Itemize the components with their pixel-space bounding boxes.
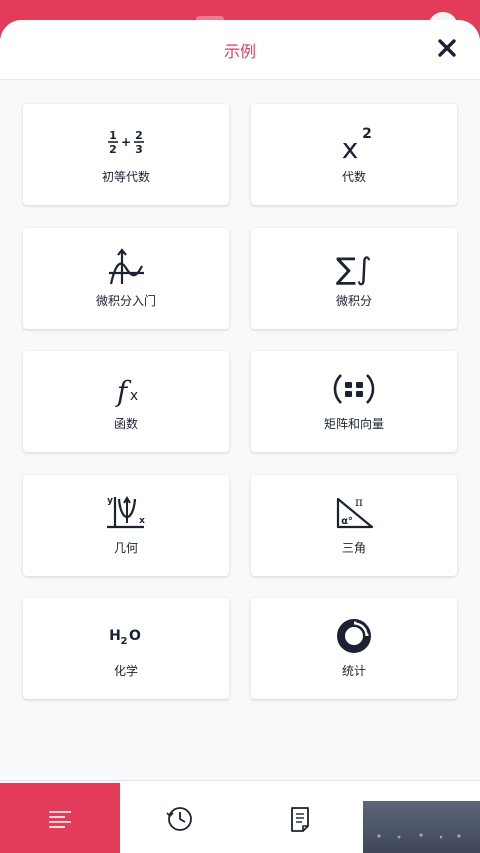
category-card-calculus[interactable]: ∑ ∫ 微积分 bbox=[251, 228, 457, 329]
x-squared-icon: x 2 bbox=[330, 122, 378, 162]
category-label: 化学 bbox=[113, 664, 138, 678]
category-card-elementary-algebra[interactable]: 1 2 + 2 3 初等代数 bbox=[23, 104, 229, 205]
svg-text:H: H bbox=[109, 628, 121, 644]
svg-text:2: 2 bbox=[135, 129, 143, 142]
close-button[interactable] bbox=[436, 37, 458, 59]
nav-history-button[interactable] bbox=[120, 783, 240, 853]
curve-graph-icon bbox=[102, 246, 150, 286]
category-card-statistics[interactable]: 统计 bbox=[251, 598, 457, 699]
svg-text:2: 2 bbox=[362, 126, 372, 142]
bottom-navigation bbox=[0, 780, 480, 853]
category-label: 统计 bbox=[341, 664, 366, 678]
category-card-chemistry[interactable]: H 2 O 化学 bbox=[23, 598, 229, 699]
category-card-trigonometry[interactable]: π α° 三角 bbox=[251, 475, 457, 576]
category-card-algebra[interactable]: x 2 代数 bbox=[251, 104, 457, 205]
category-label: 微积分 bbox=[335, 294, 372, 308]
category-label: 三角 bbox=[341, 541, 366, 555]
category-label: 代数 bbox=[341, 170, 366, 184]
nav-notes-button[interactable] bbox=[240, 783, 360, 853]
svg-text:1: 1 bbox=[109, 129, 117, 142]
sheet-header: 示例 bbox=[0, 20, 480, 80]
svg-text:O: O bbox=[129, 628, 141, 644]
svg-text:x: x bbox=[139, 516, 145, 526]
svg-text:π: π bbox=[355, 495, 363, 509]
svg-text:y: y bbox=[107, 496, 113, 506]
donut-chart-icon bbox=[330, 616, 378, 656]
category-label: 几何 bbox=[113, 541, 138, 555]
parabola-axes-icon: y x bbox=[102, 493, 150, 533]
svg-text:x: x bbox=[130, 388, 138, 404]
category-label: 矩阵和向量 bbox=[323, 417, 384, 431]
category-card-intro-calculus[interactable]: 微积分入门 bbox=[23, 228, 229, 329]
svg-text:∑: ∑ bbox=[336, 252, 356, 286]
nav-menu-button[interactable] bbox=[0, 783, 120, 853]
h2o-icon: H 2 O bbox=[102, 616, 150, 656]
category-card-geometry[interactable]: y x 几何 bbox=[23, 475, 229, 576]
ad-thumbnail[interactable] bbox=[363, 801, 480, 853]
fraction-icon: 1 2 + 2 3 bbox=[102, 122, 150, 162]
category-card-functions[interactable]: f x 函数 bbox=[23, 351, 229, 452]
matrix-icon bbox=[330, 369, 378, 409]
svg-text:2: 2 bbox=[121, 636, 128, 647]
history-clock-icon[interactable] bbox=[166, 805, 194, 833]
menu-list-icon[interactable] bbox=[46, 805, 74, 833]
svg-text:+: + bbox=[121, 135, 131, 149]
svg-text:x: x bbox=[342, 132, 359, 162]
svg-text:∫: ∫ bbox=[356, 252, 372, 286]
triangle-angle-icon: π α° bbox=[330, 493, 378, 533]
examples-sheet: 示例 1 2 + 2 3 初等代数 x 2 代数 微积分入门 ∑ ∫ 微积分 f… bbox=[0, 20, 480, 780]
category-label: 微积分入门 bbox=[95, 294, 156, 308]
category-label: 函数 bbox=[113, 417, 138, 431]
close-icon[interactable] bbox=[436, 37, 458, 59]
svg-text:2: 2 bbox=[109, 143, 117, 156]
svg-text:α°: α° bbox=[341, 516, 353, 527]
category-card-matrices[interactable]: 矩阵和向量 bbox=[251, 351, 457, 452]
category-label: 初等代数 bbox=[101, 170, 150, 184]
document-notes-icon[interactable] bbox=[286, 805, 314, 833]
sum-integral-icon: ∑ ∫ bbox=[330, 246, 378, 286]
function-icon: f x bbox=[102, 369, 150, 409]
svg-text:3: 3 bbox=[135, 143, 143, 156]
sheet-title: 示例 bbox=[223, 42, 256, 61]
